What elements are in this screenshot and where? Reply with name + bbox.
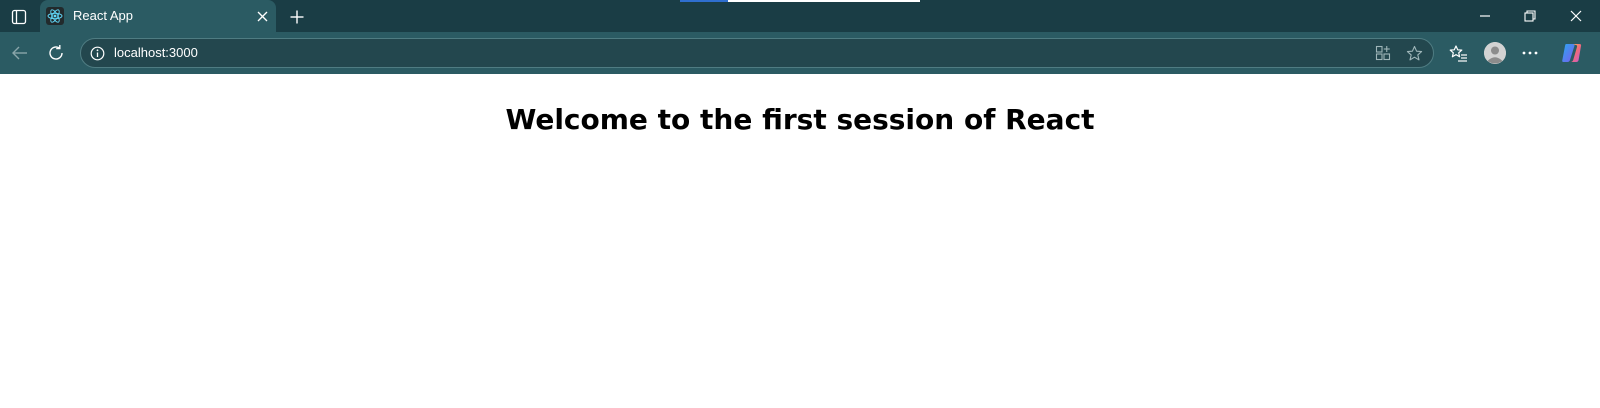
app-available-button[interactable]: [1374, 44, 1392, 62]
window-drag-indicator: [680, 0, 920, 2]
restore-icon: [1524, 10, 1536, 22]
tab-actions-button[interactable]: [8, 6, 30, 28]
close-icon: [257, 11, 267, 21]
minimize-button[interactable]: [1471, 4, 1499, 28]
close-icon: [1570, 10, 1582, 22]
tab-strip: React App: [0, 0, 1600, 32]
address-bar[interactable]: localhost:3000: [80, 38, 1434, 68]
address-bar-url[interactable]: localhost:3000: [114, 45, 198, 60]
star-icon: [1406, 45, 1422, 60]
profile-button[interactable]: [1484, 42, 1506, 64]
page-viewport: Welcome to the first session of React: [0, 74, 1600, 408]
tab-actions-icon: [11, 9, 27, 25]
more-icon: [1522, 51, 1538, 55]
app-available-icon: [1375, 45, 1391, 61]
favorites-button[interactable]: [1446, 41, 1470, 65]
react-logo-icon: [46, 7, 64, 25]
tab-close-button[interactable]: [254, 8, 270, 24]
tab-title: React App: [73, 8, 133, 23]
profile-avatar-icon: [1484, 42, 1506, 64]
info-icon: [90, 46, 104, 60]
refresh-icon: [49, 45, 63, 60]
tab-react-app[interactable]: React App: [40, 0, 276, 32]
minimize-icon: [1480, 15, 1490, 17]
refresh-button[interactable]: [44, 41, 68, 65]
copilot-icon: [1562, 44, 1582, 62]
page-heading: Welcome to the first session of React: [505, 103, 1095, 136]
drag-indicator-segment: [680, 0, 728, 2]
close-window-button[interactable]: [1562, 4, 1590, 28]
plus-icon: [290, 10, 304, 24]
navigation-toolbar: localhost:3000: [0, 32, 1600, 74]
browser-window: React App localhost:3000 Welcome to the …: [0, 0, 1600, 408]
back-arrow-icon: [12, 46, 27, 60]
new-tab-button[interactable]: [286, 6, 308, 28]
add-favorite-button[interactable]: [1405, 44, 1423, 62]
favorites-icon: [1449, 44, 1467, 62]
more-options-button[interactable]: [1518, 41, 1542, 65]
site-info-button[interactable]: [89, 45, 105, 61]
copilot-button[interactable]: [1560, 41, 1584, 65]
back-button[interactable]: [8, 41, 32, 65]
restore-button[interactable]: [1516, 4, 1544, 28]
